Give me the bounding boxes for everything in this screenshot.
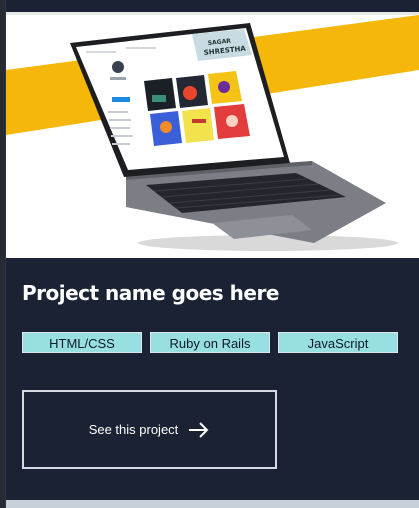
tech-tag: HTML/CSS	[22, 332, 142, 353]
tech-tag: JavaScript	[278, 332, 398, 353]
see-project-label: See this project	[88, 422, 179, 437]
tech-tag: Ruby on Rails	[150, 332, 270, 353]
project-screenshot: SAGAR SHRESTHA	[6, 15, 419, 258]
project-title: Project name goes here	[22, 281, 279, 305]
arrow-right-icon	[188, 421, 210, 438]
card-bottom-divider	[6, 500, 419, 508]
see-project-button[interactable]: See this project	[22, 390, 277, 469]
page-background	[0, 0, 5, 508]
tech-tag-list: HTML/CSS Ruby on Rails JavaScript	[22, 332, 402, 354]
